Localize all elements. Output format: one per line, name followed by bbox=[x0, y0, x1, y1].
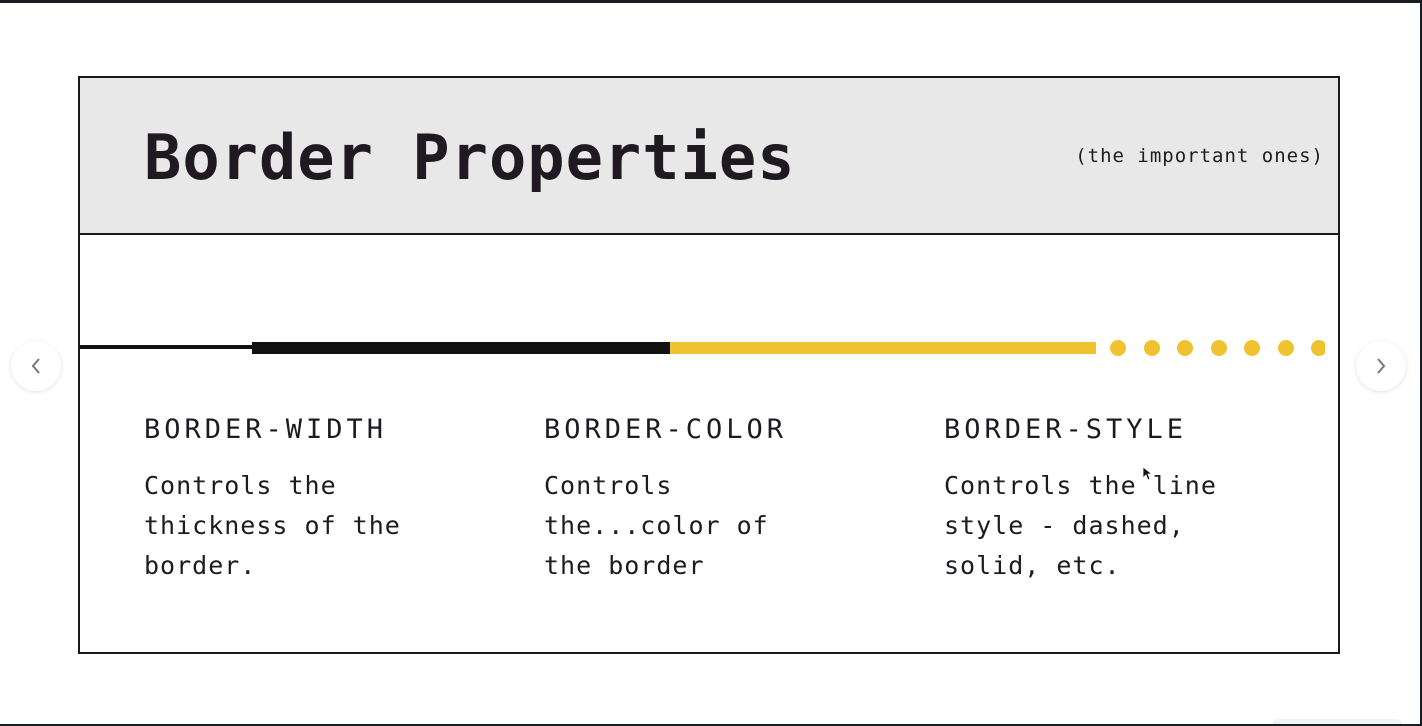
thin-black-border-segment bbox=[80, 345, 252, 349]
next-slide-button[interactable] bbox=[1356, 341, 1406, 391]
border-demo-line bbox=[80, 340, 1325, 356]
slide-subtitle: (the important ones) bbox=[1075, 145, 1324, 167]
column-description: Controls the line style - dashed, solid,… bbox=[944, 471, 1217, 580]
dot bbox=[1277, 340, 1294, 356]
dot bbox=[1110, 340, 1126, 356]
property-columns: BORDER-WIDTH Controls the thickness of t… bbox=[144, 410, 1324, 610]
column-heading: BORDER-COLOR bbox=[544, 414, 788, 445]
dot bbox=[1210, 340, 1227, 356]
column-border-color: BORDER-COLOR Controls the...color of the… bbox=[544, 410, 904, 586]
presentation-viewport: Border Properties (the important ones) B… bbox=[0, 3, 1420, 724]
column-description: Controls the...color of the border bbox=[544, 471, 769, 580]
chevron-right-icon bbox=[1377, 358, 1386, 374]
slide-header: Border Properties (the important ones) bbox=[80, 78, 1338, 235]
dot bbox=[1311, 340, 1325, 356]
thick-black-border-segment bbox=[252, 342, 670, 354]
mouse-cursor-icon bbox=[1143, 467, 1153, 481]
column-border-width: BORDER-WIDTH Controls the thickness of t… bbox=[144, 410, 504, 586]
slide: Border Properties (the important ones) B… bbox=[78, 76, 1340, 654]
yellow-border-segment bbox=[670, 342, 1096, 354]
slide-title: Border Properties bbox=[144, 121, 796, 194]
window-corner-tab bbox=[1272, 719, 1402, 724]
column-border-style: BORDER-STYLE Controls the line style - d… bbox=[944, 410, 1304, 586]
chevron-left-icon bbox=[31, 358, 40, 374]
dotted-border-segment bbox=[1110, 340, 1325, 356]
dot bbox=[1244, 340, 1260, 356]
column-description: Controls the thickness of the border. bbox=[144, 471, 401, 580]
dot bbox=[1177, 340, 1193, 356]
dot bbox=[1143, 340, 1160, 356]
column-heading: BORDER-WIDTH bbox=[144, 414, 388, 445]
column-heading: BORDER-STYLE bbox=[944, 414, 1188, 445]
previous-slide-button[interactable] bbox=[11, 341, 61, 391]
